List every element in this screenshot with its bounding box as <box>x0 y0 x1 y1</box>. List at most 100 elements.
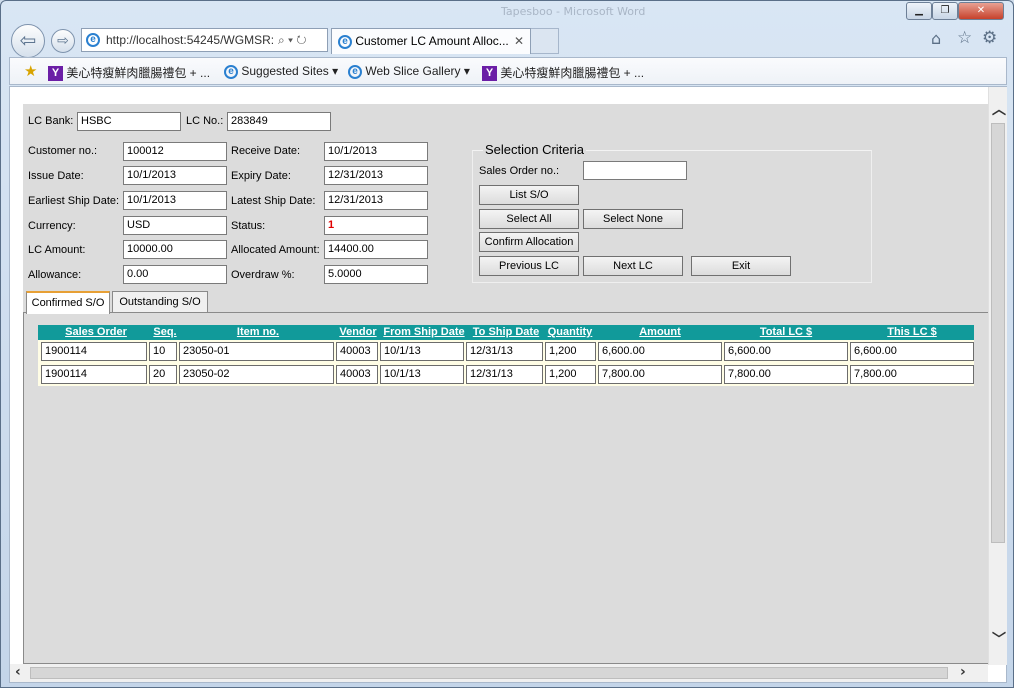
horizontal-scrollbar[interactable]: ‹ › <box>10 664 988 682</box>
receive-date-field[interactable]: 10/1/2013 <box>324 142 428 161</box>
vertical-scroll-thumb[interactable] <box>991 123 1005 543</box>
grid-header: Sales Order Seq. Item no. Vendor From Sh… <box>38 325 974 340</box>
col-to-ship-date[interactable]: To Ship Date <box>468 325 544 340</box>
cell-this-lc[interactable]: 7,800.00 <box>850 365 974 384</box>
cell-seq[interactable]: 10 <box>149 342 177 361</box>
back-button[interactable]: ⇦ <box>11 24 45 58</box>
confirmed-so-panel: Sales Order Seq. Item no. Vendor From Sh… <box>23 312 989 664</box>
col-quantity[interactable]: Quantity <box>544 325 596 340</box>
next-lc-button[interactable]: Next LC <box>583 256 683 276</box>
minimize-button[interactable]: ▁ <box>906 2 932 20</box>
cell-to-ship-date[interactable]: 12/31/13 <box>466 365 543 384</box>
home-icon[interactable]: ⌂ <box>931 29 941 48</box>
cell-amount[interactable]: 6,600.00 <box>598 342 722 361</box>
maximize-button[interactable]: ❐ <box>932 2 958 20</box>
forward-button[interactable]: ⇨ <box>51 29 75 53</box>
currency-field[interactable]: USD <box>123 216 227 235</box>
allocated-amount-field[interactable]: 14400.00 <box>324 240 428 259</box>
select-none-button[interactable]: Select None <box>583 209 683 229</box>
scroll-right-icon[interactable]: › <box>960 665 966 679</box>
sales-order-no-input[interactable] <box>583 161 687 180</box>
earliest-ship-date-field[interactable]: 10/1/2013 <box>123 191 227 210</box>
col-item-no[interactable]: Item no. <box>178 325 338 340</box>
issue-date-field[interactable]: 10/1/2013 <box>123 166 227 185</box>
new-tab-button[interactable] <box>531 28 559 54</box>
favorite-link-1[interactable]: Y 美心特瘦鮮肉臘腸禮包 + ... <box>48 64 210 82</box>
exit-button[interactable]: Exit <box>691 256 791 276</box>
col-vendor[interactable]: Vendor <box>336 325 380 340</box>
ie-icon: e <box>224 64 238 79</box>
ie-tab-icon: e <box>338 34 352 49</box>
select-all-button[interactable]: Select All <box>479 209 579 229</box>
tab-customer-lc[interactable]: e Customer LC Amount Alloc... ✕ <box>331 28 531 54</box>
page-content: LC Bank: HSBC LC No.: 283849 Customer no… <box>9 86 1007 683</box>
latest-ship-date-field[interactable]: 12/31/2013 <box>324 191 428 210</box>
cell-seq[interactable]: 20 <box>149 365 177 384</box>
cell-from-ship-date[interactable]: 10/1/13 <box>380 342 464 361</box>
tab-confirmed-so[interactable]: Confirmed S/O <box>26 291 110 314</box>
cell-from-ship-date[interactable]: 10/1/13 <box>380 365 464 384</box>
scroll-left-icon[interactable]: ‹ <box>15 665 21 679</box>
horizontal-scroll-thumb[interactable] <box>30 667 948 679</box>
cell-item-no[interactable]: 23050-01 <box>179 342 334 361</box>
address-text: http://localhost:54245/WGMSR: <box>106 33 275 47</box>
address-bar[interactable]: e http://localhost:54245/WGMSR: ⌕ ▾ ↻ <box>81 28 328 52</box>
lc-bank-label: LC Bank: <box>28 115 74 127</box>
cell-item-no[interactable]: 23050-02 <box>179 365 334 384</box>
scroll-up-icon[interactable]: ︿ <box>992 103 1006 117</box>
cell-sales-order[interactable]: 1900114 <box>41 365 147 384</box>
gear-icon[interactable]: ⚙ <box>982 28 997 48</box>
search-refresh-icon[interactable]: ⌕ ▾ ↻ <box>278 29 307 51</box>
forward-arrow-icon: ⇨ <box>57 33 69 49</box>
cell-to-ship-date[interactable]: 12/31/13 <box>466 342 543 361</box>
cell-total-lc[interactable]: 6,600.00 <box>724 342 848 361</box>
tab-outstanding-so[interactable]: Outstanding S/O <box>112 291 208 313</box>
cell-this-lc[interactable]: 6,600.00 <box>850 342 974 361</box>
col-this-lc[interactable]: This LC $ <box>850 325 974 340</box>
list-so-button[interactable]: List S/O <box>479 185 579 205</box>
cell-vendor[interactable]: 40003 <box>336 342 378 361</box>
expiry-date-field[interactable]: 12/31/2013 <box>324 166 428 185</box>
favorite-link-4[interactable]: Y 美心特瘦鮮肉臘腸禮包 + ... <box>482 64 644 82</box>
receive-date-label: Receive Date: <box>231 145 301 157</box>
currency-label: Currency: <box>28 220 76 232</box>
allowance-label: Allowance: <box>28 269 82 281</box>
status-field[interactable]: 1 <box>324 216 428 235</box>
favorites-star-icon[interactable]: ☆ <box>957 28 972 48</box>
scroll-down-icon[interactable]: ﹀ <box>992 633 1006 647</box>
col-sales-order[interactable]: Sales Order <box>38 325 154 340</box>
favorites-add-icon[interactable]: ★ <box>24 62 37 80</box>
cell-sales-order[interactable]: 1900114 <box>41 342 147 361</box>
col-from-ship-date[interactable]: From Ship Date <box>379 325 469 340</box>
cell-quantity[interactable]: 1,200 <box>545 365 596 384</box>
previous-lc-button[interactable]: Previous LC <box>479 256 579 276</box>
issue-date-label: Issue Date: <box>28 170 84 182</box>
browser-window: Tapesboo - Microsoft Word ▁ ❐ ✕ ⇦ ⇨ e ht… <box>0 0 1014 688</box>
lc-amount-field[interactable]: 10000.00 <box>123 240 227 259</box>
favorites-bar: ★ Y 美心特瘦鮮肉臘腸禮包 + ... e Suggested Sites ▾… <box>9 57 1007 85</box>
yahoo-icon: Y <box>48 66 63 82</box>
favorite-link-3[interactable]: e Web Slice Gallery ▾ <box>348 64 470 79</box>
allocated-amount-label: Allocated Amount: <box>231 244 320 256</box>
favorite-link-2[interactable]: e Suggested Sites ▾ <box>224 64 338 79</box>
table-row: 1900114 10 23050-01 40003 10/1/13 12/31/… <box>38 340 974 363</box>
lc-bank-field[interactable]: HSBC <box>77 112 181 131</box>
col-total-lc[interactable]: Total LC $ <box>724 325 848 340</box>
close-tab-icon[interactable]: ✕ <box>514 29 524 53</box>
allowance-field[interactable]: 0.00 <box>123 265 227 284</box>
vertical-scrollbar[interactable]: ︿ ﹀ <box>988 87 1007 665</box>
close-window-button[interactable]: ✕ <box>958 2 1004 20</box>
confirm-allocation-button[interactable]: Confirm Allocation <box>479 232 579 252</box>
lc-no-label: LC No.: <box>186 115 224 127</box>
cell-amount[interactable]: 7,800.00 <box>598 365 722 384</box>
cell-vendor[interactable]: 40003 <box>336 365 378 384</box>
overdraw-field[interactable]: 5.0000 <box>324 265 428 284</box>
lc-no-field[interactable]: 283849 <box>227 112 331 131</box>
cell-total-lc[interactable]: 7,800.00 <box>724 365 848 384</box>
tab-title: Customer LC Amount Alloc... <box>355 34 509 48</box>
col-seq[interactable]: Seq. <box>148 325 182 340</box>
lc-allocation-form: LC Bank: HSBC LC No.: 283849 Customer no… <box>23 104 989 664</box>
col-amount[interactable]: Amount <box>596 325 724 340</box>
customer-no-field[interactable]: 100012 <box>123 142 227 161</box>
cell-quantity[interactable]: 1,200 <box>545 342 596 361</box>
